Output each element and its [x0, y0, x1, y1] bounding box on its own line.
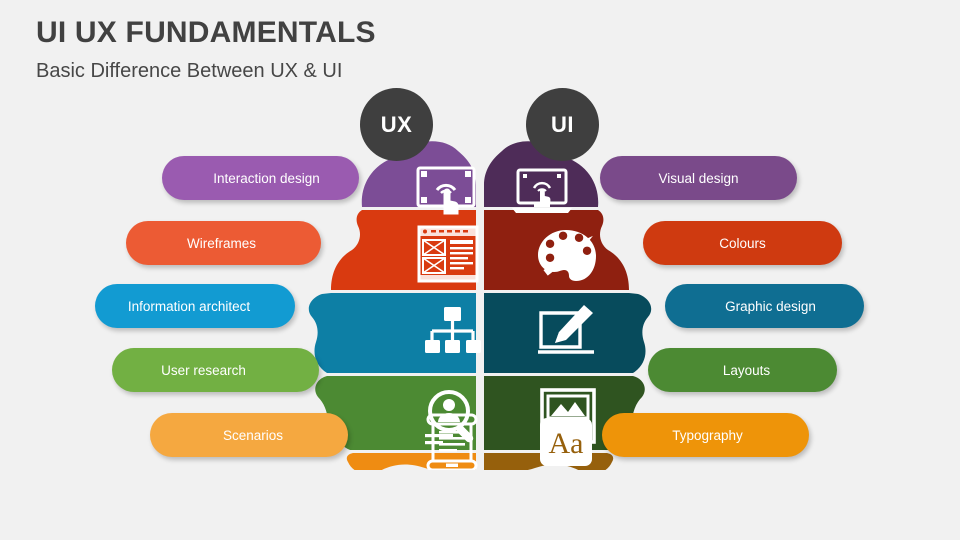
pill-layouts[interactable]: Layouts — [648, 348, 837, 392]
pill-colours[interactable]: Colours — [643, 221, 842, 265]
pill-label: Typography — [672, 427, 743, 443]
svg-text:Aa: Aa — [549, 427, 584, 460]
pill-typography[interactable]: Typography — [602, 413, 809, 457]
page-title: UI UX FUNDAMENTALS — [36, 16, 376, 49]
pill-label: Visual design — [658, 170, 739, 186]
pill-label: Interaction design — [213, 170, 320, 186]
typography-aa-icon: Aa — [540, 418, 592, 466]
pill-label: Graphic design — [725, 298, 816, 314]
pill-label: Information architect — [127, 298, 251, 314]
badge-ux-label: UX — [380, 111, 413, 137]
slide-canvas: UI UX FUNDAMENTALS Basic Difference Betw… — [0, 0, 960, 540]
pill-label: Scenarios — [222, 427, 284, 443]
badge-ux: UX — [360, 88, 433, 161]
pill-interaction-design[interactable]: Interaction design — [162, 156, 359, 200]
pill-visual-design[interactable]: Visual design — [600, 156, 797, 200]
pill-label: Layouts — [722, 362, 771, 378]
pill-wireframes[interactable]: Wireframes — [126, 221, 321, 265]
badge-ui: UI — [526, 88, 599, 161]
pill-information-architect[interactable]: Information architect — [95, 284, 295, 328]
pill-graphic-design[interactable]: Graphic design — [665, 284, 864, 328]
pill-scenarios[interactable]: Scenarios — [150, 413, 348, 457]
pill-label: Wireframes — [186, 235, 256, 251]
page-subtitle: Basic Difference Between UX & UI — [36, 60, 343, 82]
pill-label: User research — [161, 362, 246, 378]
pill-user-research[interactable]: User research — [112, 348, 319, 392]
pill-label: Colours — [719, 235, 766, 251]
badge-ui-label: UI — [551, 111, 574, 137]
